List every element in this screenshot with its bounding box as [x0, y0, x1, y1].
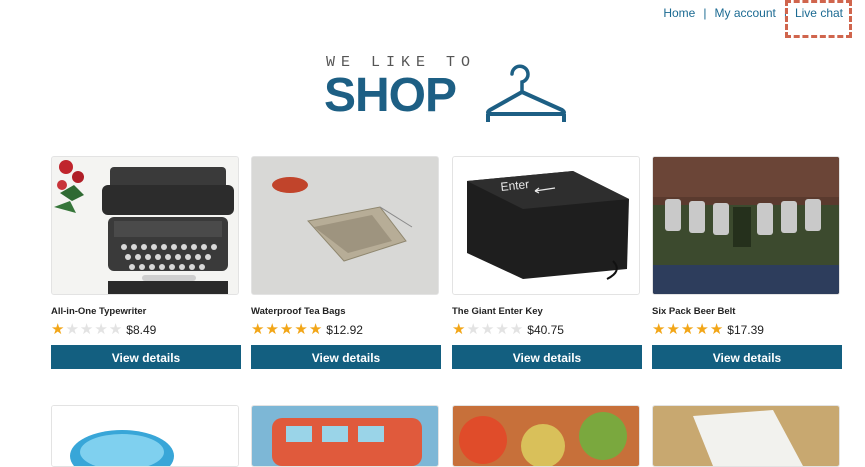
star-filled-icon: ★: [279, 321, 294, 338]
product-title[interactable]: Waterproof Tea Bags: [251, 306, 441, 318]
product-card: Waterproof Tea Bags ★★★★★ $12.92 View de…: [251, 156, 441, 369]
product-title[interactable]: All-in-One Typewriter: [51, 306, 241, 318]
star-rating: ★★★★★: [452, 321, 524, 339]
star-filled-icon: ★: [51, 321, 65, 338]
star-filled-icon: ★: [680, 321, 695, 338]
product-image-enter-key[interactable]: Enter: [452, 156, 640, 295]
product-title[interactable]: The Giant Enter Key: [452, 306, 642, 318]
star-empty-icon: ★: [79, 321, 94, 338]
product-image-beer-belt[interactable]: [652, 156, 840, 295]
star-rating: ★★★★★: [51, 321, 123, 339]
product-rating: ★★★★★ $17.39: [652, 320, 842, 340]
product-card: Enter The Giant Enter Key ★★★★★ $40.75 V…: [452, 156, 642, 369]
star-filled-icon: ★: [251, 321, 265, 338]
product-rating: ★★★★★ $40.75: [452, 320, 642, 340]
view-details-button[interactable]: View details: [652, 345, 842, 369]
star-filled-icon: ★: [452, 321, 466, 338]
svg-text:Enter: Enter: [500, 177, 530, 194]
view-details-button[interactable]: View details: [452, 345, 642, 369]
nav-separator: |: [703, 6, 707, 20]
star-filled-icon: ★: [652, 321, 666, 338]
product-rating: ★★★★★ $8.49: [51, 320, 241, 340]
star-empty-icon: ★: [509, 321, 524, 338]
star-empty-icon: ★: [495, 321, 509, 338]
product-card: Six Pack Beer Belt ★★★★★ $17.39 View det…: [652, 156, 842, 369]
star-rating: ★★★★★: [652, 321, 724, 339]
product-price: $12.92: [326, 323, 363, 337]
my-account-link[interactable]: My account: [714, 6, 775, 20]
product-price: $40.75: [527, 323, 564, 337]
product-price: $8.49: [126, 323, 157, 337]
star-filled-icon: ★: [265, 321, 279, 338]
star-filled-icon: ★: [666, 321, 680, 338]
star-filled-icon: ★: [709, 321, 724, 338]
star-filled-icon: ★: [294, 321, 308, 338]
star-empty-icon: ★: [480, 321, 495, 338]
home-link[interactable]: Home: [663, 6, 695, 20]
product-rating: ★★★★★ $12.92: [251, 320, 441, 340]
view-details-button[interactable]: View details: [51, 345, 241, 369]
star-empty-icon: ★: [94, 321, 108, 338]
hanger-icon: [486, 64, 566, 122]
product-title[interactable]: Six Pack Beer Belt: [652, 306, 842, 318]
product-image-typewriter[interactable]: [51, 156, 239, 295]
star-rating: ★★★★★: [251, 321, 323, 339]
product-image-tea-bags[interactable]: [251, 156, 439, 295]
live-chat-highlight: [785, 0, 852, 38]
star-filled-icon: ★: [695, 321, 709, 338]
product-card: All-in-One Typewriter ★★★★★ $8.49 View d…: [51, 156, 241, 369]
logo-wordmark: SHOP: [324, 69, 457, 122]
star-empty-icon: ★: [466, 321, 480, 338]
star-empty-icon: ★: [108, 321, 123, 338]
star-filled-icon: ★: [308, 321, 323, 338]
product-price: $17.39: [727, 323, 764, 337]
site-logo[interactable]: WE LIKE TO SHOP: [322, 52, 572, 122]
star-empty-icon: ★: [65, 321, 79, 338]
view-details-button[interactable]: View details: [251, 345, 441, 369]
